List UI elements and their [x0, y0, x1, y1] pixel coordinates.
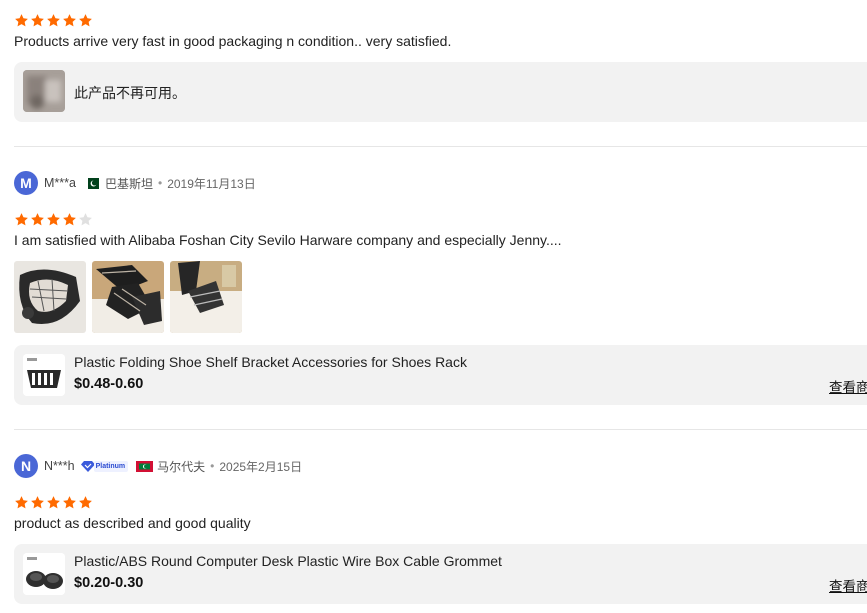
- reviews-page: Products arrive very fast in good packag…: [0, 0, 867, 613]
- country-name: 马尔代夫: [157, 459, 206, 474]
- review-rating-row: [14, 211, 867, 227]
- product-card[interactable]: Plastic/ABS Round Computer Desk Plastic …: [14, 544, 867, 604]
- review-item: [14, 12, 867, 28]
- product-price: $0.20-0.30: [74, 575, 144, 591]
- star-filled-icon: [31, 495, 44, 508]
- star-filled-icon: [31, 212, 44, 225]
- view-product-link[interactable]: 查看商: [829, 376, 867, 396]
- badge-label: Platinum: [93, 460, 129, 472]
- pakistan-flag-icon: [83, 177, 99, 189]
- star-filled-icon: [63, 212, 76, 225]
- review-text: product as described and good quality: [14, 515, 251, 531]
- review-photo[interactable]: [14, 261, 86, 333]
- view-product-link[interactable]: 查看商: [829, 575, 867, 595]
- separator-dot: •: [157, 176, 163, 190]
- review-photos: [14, 261, 867, 333]
- product-title[interactable]: Plastic/ABS Round Computer Desk Plastic …: [74, 553, 502, 569]
- product-image[interactable]: [23, 553, 65, 595]
- star-filled-icon: [47, 212, 60, 225]
- maldives-flag-icon: [136, 460, 154, 472]
- review-rating-row: [14, 494, 867, 510]
- star-filled-icon: [15, 495, 28, 508]
- star-filled-icon: [31, 13, 44, 26]
- review-item: M M***a 巴基斯坦 • 2019年11月13日: [14, 171, 867, 195]
- product-card[interactable]: 此产品不再可用。: [14, 62, 867, 122]
- avatar: N: [14, 454, 38, 478]
- review-photo[interactable]: [92, 261, 164, 333]
- review-text: Products arrive very fast in good packag…: [14, 33, 452, 49]
- product-price: $0.48-0.60: [74, 376, 144, 392]
- star-filled-icon: [47, 495, 60, 508]
- diamond-icon: [80, 460, 95, 472]
- review-item: N N***h Platinum 马尔代夫 • 2025年2月15日: [14, 454, 867, 478]
- star-filled-icon: [15, 212, 28, 225]
- star-filled-icon: [47, 13, 60, 26]
- product-title[interactable]: Plastic Folding Shoe Shelf Bracket Acces…: [74, 354, 467, 370]
- star-filled-icon: [15, 13, 28, 26]
- username: M***a: [44, 176, 76, 190]
- country-name: 巴基斯坦: [104, 176, 153, 191]
- review-date: 2019年11月13日: [167, 176, 256, 191]
- reviewer-meta: N N***h Platinum 马尔代夫 • 2025年2月15日: [14, 454, 867, 478]
- star-filled-icon: [79, 13, 92, 26]
- username: N***h: [44, 459, 75, 473]
- review-photo[interactable]: [170, 261, 242, 333]
- separator-dot: •: [210, 459, 215, 473]
- star-filled-icon: [63, 495, 76, 508]
- product-image[interactable]: [23, 70, 65, 112]
- star-rating: [14, 12, 867, 28]
- avatar: M: [14, 171, 38, 195]
- review-text: I am satisfied with Alibaba Foshan City …: [14, 232, 562, 248]
- star-filled-icon: [79, 495, 92, 508]
- reviewer-meta: M M***a 巴基斯坦 • 2019年11月13日: [14, 171, 867, 195]
- divider: [14, 146, 867, 147]
- product-card[interactable]: Plastic Folding Shoe Shelf Bracket Acces…: [14, 345, 867, 405]
- product-title[interactable]: 此产品不再可用。: [74, 83, 186, 103]
- platinum-badge: Platinum: [80, 460, 129, 472]
- star-empty-icon: [79, 212, 92, 225]
- star-filled-icon: [63, 13, 76, 26]
- divider: [14, 429, 867, 430]
- product-image[interactable]: [23, 354, 65, 396]
- star-rating: [14, 211, 867, 227]
- star-rating: [14, 494, 867, 510]
- review-date: 2025年2月15日: [219, 459, 303, 474]
